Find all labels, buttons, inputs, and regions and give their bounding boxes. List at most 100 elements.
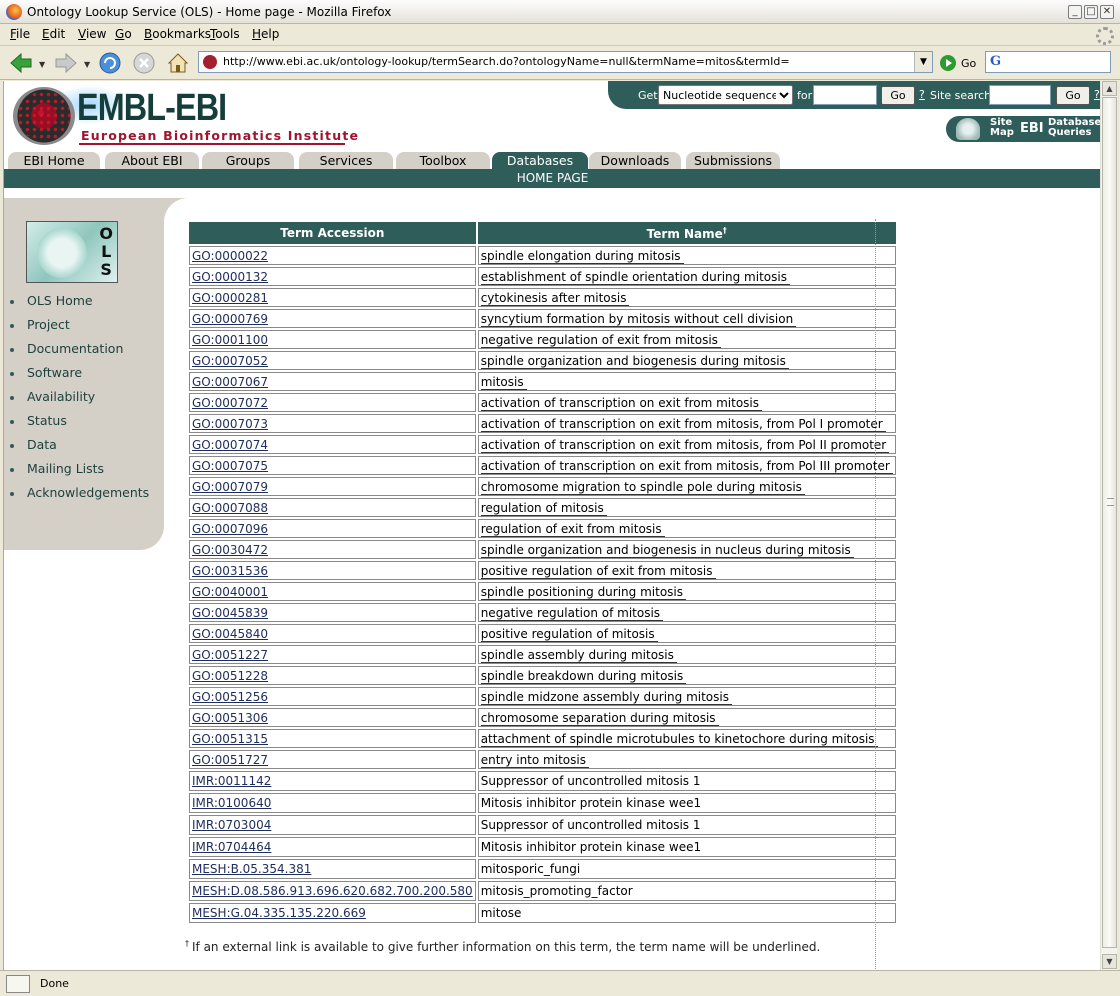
scroll-up-arrow-icon[interactable]: ▲ bbox=[1102, 81, 1117, 96]
site-search-input[interactable] bbox=[989, 85, 1051, 105]
term-name-link[interactable]: activation of transcription on exit from… bbox=[480, 395, 762, 411]
vertical-scrollbar[interactable]: ▲ ▼ bbox=[1100, 81, 1117, 970]
term-accession-link[interactable]: GO:0007072 bbox=[192, 396, 268, 410]
back-history-dropdown[interactable]: ▼ bbox=[39, 60, 47, 69]
term-accession-link[interactable]: IMR:0100640 bbox=[192, 796, 271, 810]
term-name-link[interactable]: activation of transcription on exit from… bbox=[480, 458, 893, 474]
sidebar-item-ols-home[interactable]: OLS Home bbox=[10, 293, 149, 317]
site-map-tree-icon[interactable] bbox=[956, 118, 980, 140]
minimize-button[interactable]: _ bbox=[1068, 5, 1082, 19]
tab-downloads[interactable]: Downloads bbox=[589, 152, 681, 170]
site-map-link[interactable]: Site Map bbox=[990, 118, 1014, 138]
sidebar-item-mailing-lists[interactable]: Mailing Lists bbox=[10, 461, 149, 485]
tab-about-ebi[interactable]: About EBI bbox=[105, 152, 199, 170]
term-name-link[interactable]: syncytium formation by mitosis without c… bbox=[480, 311, 797, 327]
scroll-thumb[interactable] bbox=[1102, 97, 1117, 948]
menu-tools[interactable]: Tools bbox=[210, 27, 240, 41]
address-bar[interactable]: http://www.ebi.ac.uk/ontology-lookup/ter… bbox=[198, 51, 933, 73]
forward-history-dropdown[interactable]: ▼ bbox=[84, 60, 92, 69]
sidebar-item-data[interactable]: Data bbox=[10, 437, 149, 461]
term-name-link[interactable]: activation of transcription on exit from… bbox=[480, 416, 886, 432]
term-accession-link[interactable]: GO:0045840 bbox=[192, 627, 268, 641]
address-history-dropdown[interactable]: ▼ bbox=[914, 52, 932, 72]
term-name-link[interactable]: spindle breakdown during mitosis bbox=[480, 668, 687, 684]
database-select[interactable]: Nucleotide sequences bbox=[658, 85, 793, 105]
term-name-link[interactable]: cytokinesis after mitosis bbox=[480, 290, 630, 306]
go-button-label[interactable]: Go bbox=[961, 57, 976, 70]
term-accession-link[interactable]: MESH:D.08.586.913.696.620.682.700.200.58… bbox=[192, 884, 473, 898]
term-accession-link[interactable]: GO:0030472 bbox=[192, 543, 268, 557]
get-help-link[interactable]: ? bbox=[919, 88, 925, 101]
tab-services[interactable]: Services bbox=[299, 152, 393, 170]
term-accession-link[interactable]: GO:0000132 bbox=[192, 270, 268, 284]
term-accession-link[interactable]: GO:0001100 bbox=[192, 333, 268, 347]
tab-ebi-home[interactable]: EBI Home bbox=[8, 152, 100, 170]
term-accession-link[interactable]: GO:0000022 bbox=[192, 249, 268, 263]
term-accession-link[interactable]: GO:0007096 bbox=[192, 522, 268, 536]
term-name-link[interactable]: establishment of spindle orientation dur… bbox=[480, 269, 790, 285]
get-go-button[interactable]: Go bbox=[881, 86, 915, 105]
go-arrow-icon[interactable] bbox=[940, 55, 956, 71]
scroll-down-arrow-icon[interactable]: ▼ bbox=[1102, 954, 1117, 969]
menu-bookmarks[interactable]: Bookmarks bbox=[144, 27, 211, 41]
term-accession-link[interactable]: GO:0007073 bbox=[192, 417, 268, 431]
term-name-link[interactable]: positive regulation of mitosis bbox=[480, 626, 658, 642]
term-accession-link[interactable]: GO:0051227 bbox=[192, 648, 268, 662]
term-name-link[interactable]: spindle organization and biogenesis in n… bbox=[480, 542, 854, 558]
term-name-link[interactable]: spindle assembly during mitosis bbox=[480, 647, 677, 663]
term-accession-link[interactable]: GO:0045839 bbox=[192, 606, 268, 620]
term-accession-link[interactable]: IMR:0703004 bbox=[192, 818, 271, 832]
term-accession-link[interactable]: GO:0007088 bbox=[192, 501, 268, 515]
term-accession-link[interactable]: GO:0007079 bbox=[192, 480, 268, 494]
term-accession-link[interactable]: GO:0007075 bbox=[192, 459, 268, 473]
term-accession-link[interactable]: MESH:G.04.335.135.220.669 bbox=[192, 906, 366, 920]
term-name-link[interactable]: activation of transcription on exit from… bbox=[480, 437, 890, 453]
maximize-button[interactable]: □ bbox=[1084, 5, 1098, 19]
term-name-link[interactable]: regulation of mitosis bbox=[480, 500, 607, 516]
term-accession-link[interactable]: GO:0007067 bbox=[192, 375, 268, 389]
term-name-link[interactable]: negative regulation of mitosis bbox=[480, 605, 664, 621]
menu-go[interactable]: Go bbox=[115, 27, 132, 41]
term-accession-link[interactable]: GO:0051315 bbox=[192, 732, 268, 746]
term-name-link[interactable]: entry into mitosis bbox=[480, 752, 589, 768]
menu-file[interactable]: File bbox=[10, 27, 30, 41]
term-accession-link[interactable]: GO:0051727 bbox=[192, 753, 268, 767]
query-input[interactable] bbox=[813, 85, 877, 105]
term-accession-link[interactable]: IMR:0704464 bbox=[192, 840, 271, 854]
term-name-link[interactable]: spindle elongation during mitosis bbox=[480, 248, 684, 264]
tab-groups[interactable]: Groups bbox=[202, 152, 294, 170]
ebi-badge[interactable]: EBI bbox=[1020, 121, 1044, 136]
tab-toolbox[interactable]: Toolbox bbox=[396, 152, 490, 170]
sidebar-item-availability[interactable]: Availability bbox=[10, 389, 149, 413]
stop-button[interactable] bbox=[131, 50, 157, 76]
term-name-link[interactable]: chromosome separation during mitosis bbox=[480, 710, 719, 726]
term-name-link[interactable]: mitosis bbox=[480, 374, 527, 390]
ols-logo[interactable]: O L S bbox=[26, 221, 118, 283]
term-accession-link[interactable]: GO:0051228 bbox=[192, 669, 268, 683]
term-name-link[interactable]: spindle positioning during mitosis bbox=[480, 584, 686, 600]
sidebar-item-status[interactable]: Status bbox=[10, 413, 149, 437]
sidebar-item-documentation[interactable]: Documentation bbox=[10, 341, 149, 365]
forward-button[interactable] bbox=[53, 50, 79, 76]
term-accession-link[interactable]: MESH:B.05.354.381 bbox=[192, 862, 311, 876]
term-accession-link[interactable]: GO:0007074 bbox=[192, 438, 268, 452]
tab-submissions[interactable]: Submissions bbox=[686, 152, 780, 170]
term-accession-link[interactable]: GO:0007052 bbox=[192, 354, 268, 368]
embl-ebi-logo[interactable]: EMBL-EBI European Bioinformatics Institu… bbox=[9, 85, 358, 147]
menu-help[interactable]: Help bbox=[252, 27, 279, 41]
term-name-link[interactable]: spindle organization and biogenesis duri… bbox=[480, 353, 789, 369]
database-queries-link[interactable]: Database Queries bbox=[1048, 118, 1100, 138]
sidebar-item-acknowledgements[interactable]: Acknowledgements bbox=[10, 485, 149, 509]
term-accession-link[interactable]: IMR:0011142 bbox=[192, 774, 271, 788]
term-accession-link[interactable]: GO:0000281 bbox=[192, 291, 268, 305]
term-name-link[interactable]: positive regulation of exit from mitosis bbox=[480, 563, 716, 579]
reload-button[interactable] bbox=[97, 50, 123, 76]
term-name-link[interactable]: chromosome migration to spindle pole dur… bbox=[480, 479, 805, 495]
site-search-go-button[interactable]: Go bbox=[1056, 86, 1090, 105]
term-accession-link[interactable]: GO:0040001 bbox=[192, 585, 268, 599]
home-button[interactable] bbox=[165, 50, 191, 76]
term-name-link[interactable]: attachment of spindle microtubules to ki… bbox=[480, 731, 878, 747]
menu-edit[interactable]: Edit bbox=[42, 27, 65, 41]
term-accession-link[interactable]: GO:0051256 bbox=[192, 690, 268, 704]
term-name-link[interactable]: spindle midzone assembly during mitosis bbox=[480, 689, 732, 705]
